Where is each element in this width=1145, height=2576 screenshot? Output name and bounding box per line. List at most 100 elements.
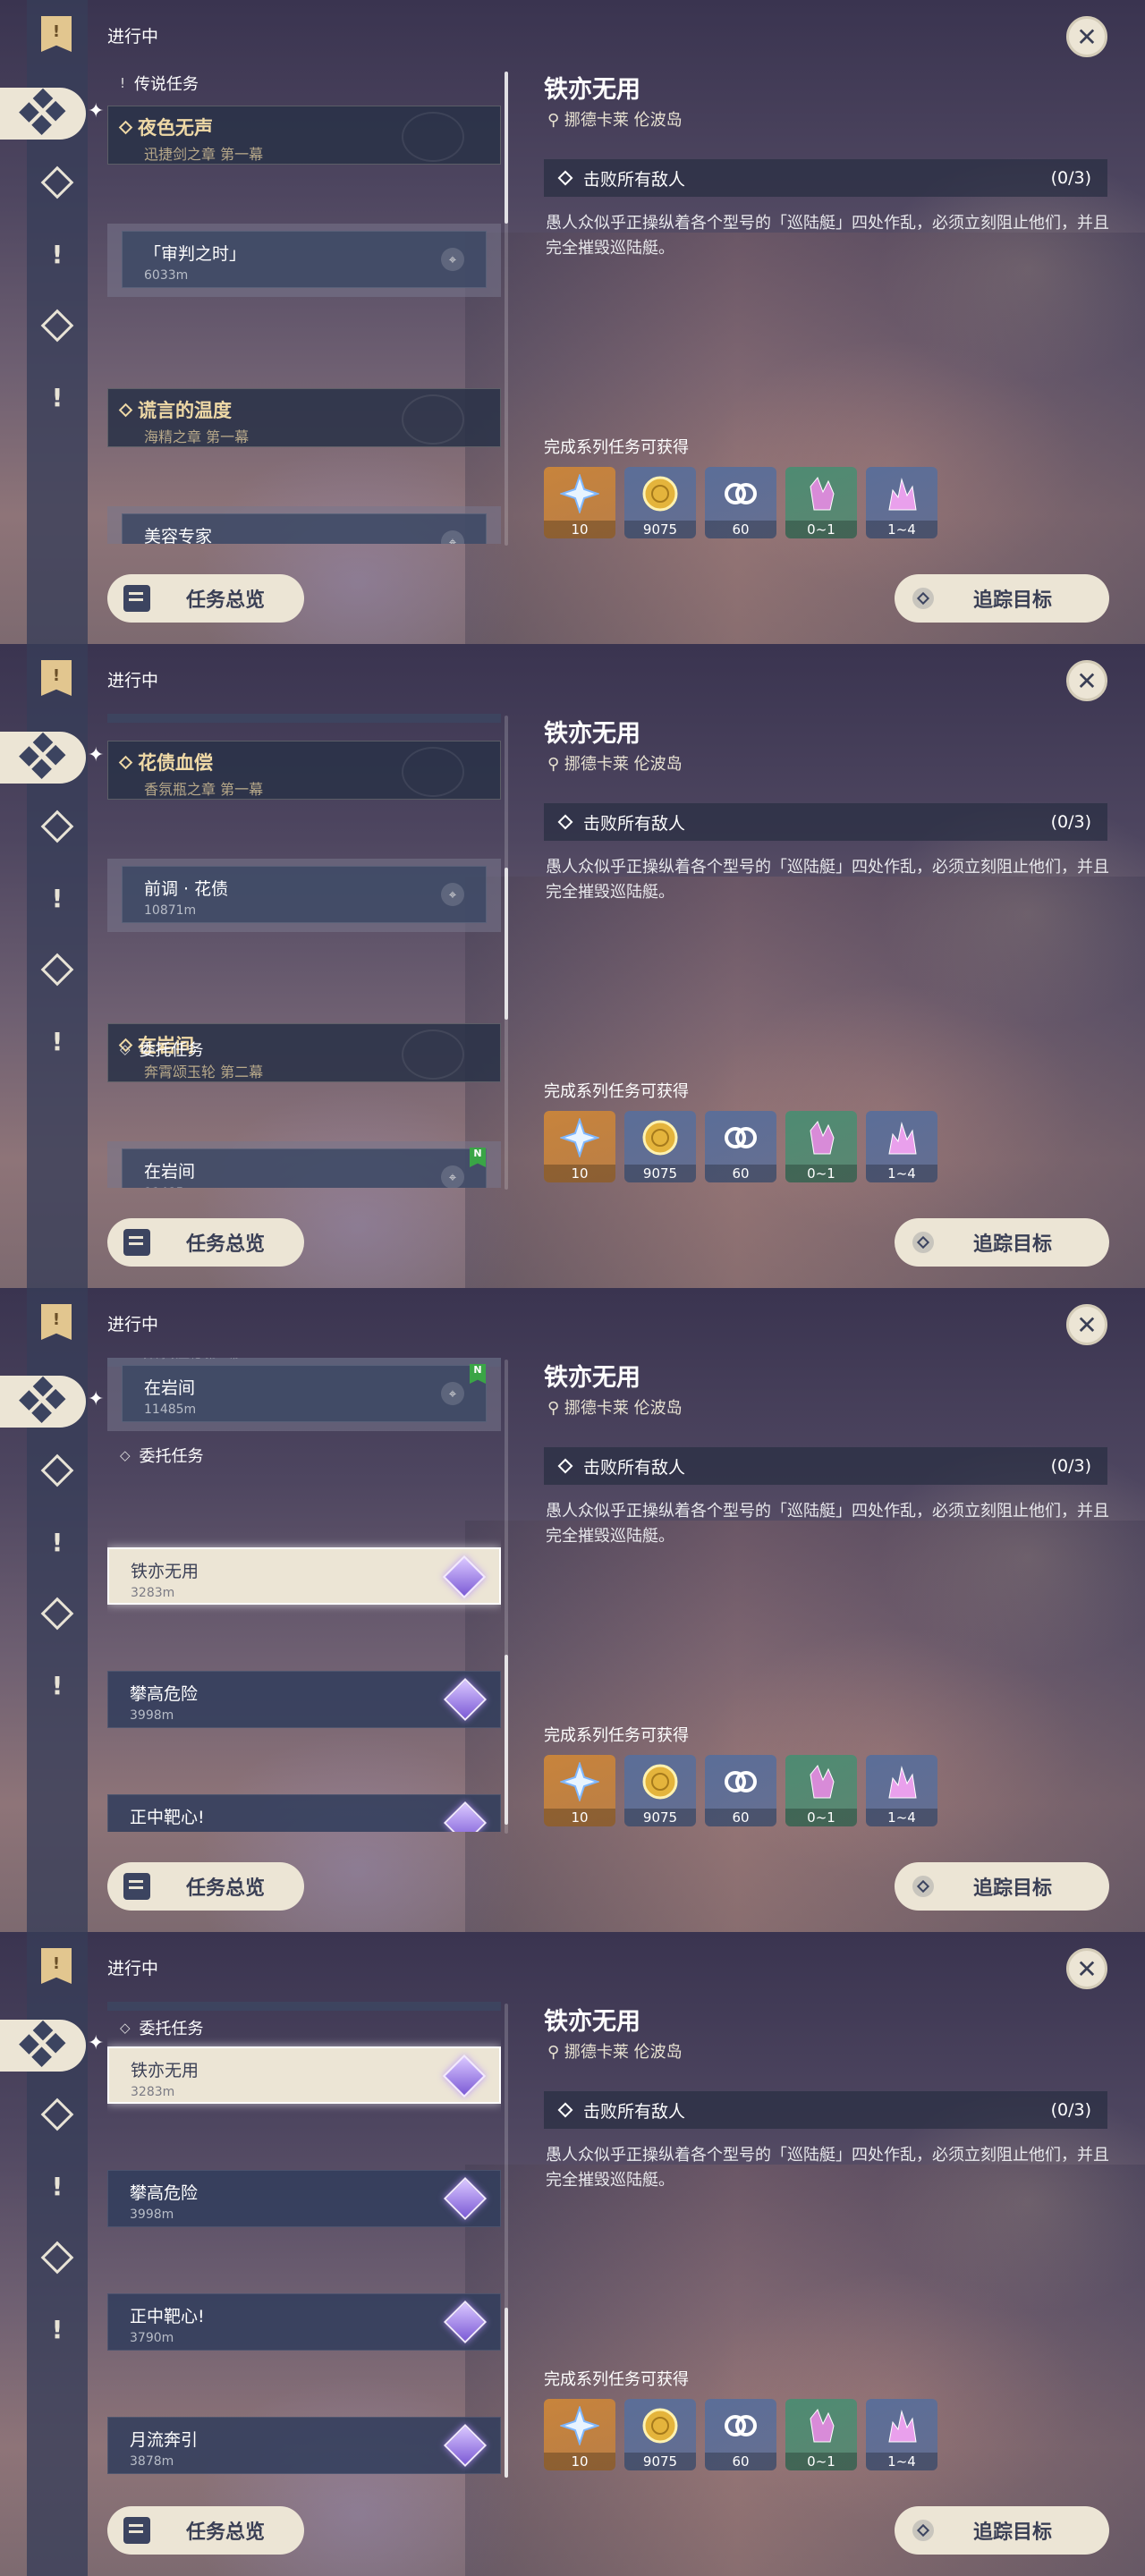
track-button[interactable]: 追踪目标 — [895, 2506, 1109, 2555]
quest-description: 愚人众似乎正操纵着各个型号的「巡陆艇」四处作乱，必须立刻阻止他们，并且完全摧毁巡… — [546, 214, 1109, 258]
quest-step[interactable]: N在岩间11485m⌖ — [107, 1141, 501, 1188]
close-button[interactable]: ✕ — [1066, 16, 1107, 57]
tab-story-quests[interactable]: ! — [27, 1517, 88, 1567]
chapter-title: 花债血偿 — [138, 752, 213, 774]
quest-step[interactable]: N在岩间11485m⌖ — [107, 1358, 501, 1431]
commission-title: 攀高危险 — [130, 2183, 199, 2203]
list-scrollbar[interactable] — [505, 72, 508, 546]
close-button[interactable]: ✕ — [1066, 1948, 1107, 1989]
commission-item[interactable]: 攀高危险 3998m — [107, 1671, 501, 1728]
exclaim-icon: ! — [120, 75, 126, 91]
tab-event-quests[interactable]: ! — [27, 372, 88, 422]
reward-count: 1~4 — [866, 1165, 937, 1182]
reward-item[interactable]: 10 — [544, 467, 615, 538]
quest-step[interactable]: 前调 · 花债 10871m ⌖ — [107, 859, 501, 932]
chapter-card[interactable]: 夜色无声 迅捷剑之章 第一幕 — [107, 106, 501, 165]
step-title: 在岩间 — [144, 1378, 196, 1398]
quest-title: 铁亦无用 — [544, 2008, 640, 2036]
exclaim-icon: ! — [51, 1670, 64, 1700]
location-pin-icon[interactable]: ⌖ — [441, 1382, 464, 1405]
commission-item[interactable]: 攀高危险 3998m — [107, 2170, 501, 2227]
scrollbar-thumb[interactable] — [505, 868, 508, 1020]
reward-item[interactable]: 0~1 — [785, 2399, 857, 2470]
tab-event-quests[interactable]: ! — [27, 1660, 88, 1710]
tab-archon-quests[interactable] — [27, 157, 88, 208]
reward-item[interactable]: 1~4 — [866, 1111, 937, 1182]
track-button[interactable]: 追踪目标 — [895, 1218, 1109, 1267]
tab-event-quests[interactable]: ! — [27, 2304, 88, 2354]
reward-item[interactable]: 60 — [705, 467, 776, 538]
location-pin-icon[interactable]: ⌖ — [441, 883, 464, 906]
commission-item[interactable]: ▶铁亦无用3283m — [107, 2046, 501, 2104]
quest-step[interactable]: 美容专家5993m⌖ — [107, 506, 501, 544]
quest-step[interactable]: 「审判之时」 6033m ⌖ — [107, 224, 501, 297]
reward-item[interactable]: 0~1 — [785, 467, 857, 538]
commission-item[interactable]: ▶铁亦无用3283m — [107, 1547, 501, 1605]
tab-archon-quests[interactable] — [27, 1445, 88, 1496]
location-pin-icon[interactable]: ⌖ — [441, 1165, 464, 1188]
quest-overview-button[interactable]: 任务总览 — [107, 2506, 304, 2555]
reward-item[interactable]: 1~4 — [866, 467, 937, 538]
commission-item[interactable]: 月流奔引 3878m — [107, 2417, 501, 2474]
reward-item[interactable]: 9075 — [624, 2399, 696, 2470]
tab-world-quests[interactable] — [27, 945, 88, 995]
quest-list[interactable]: ! 传说任务夜色无声 迅捷剑之章 第一幕「审判之时」 6033m ⌖ 谎言的温度 海精之章 … — [107, 70, 501, 544]
tab-story-quests[interactable]: ! — [27, 2161, 88, 2211]
reward-item[interactable]: 10 — [544, 2399, 615, 2470]
reward-item[interactable]: 0~1 — [785, 1755, 857, 1826]
tab-archon-quests[interactable] — [27, 801, 88, 852]
commission-item[interactable]: 正中靶心!3790m — [107, 1794, 501, 1832]
scrollbar-thumb[interactable] — [505, 72, 508, 224]
tab-world-quests[interactable] — [27, 301, 88, 351]
chapter-card[interactable]: 谎言的温度 海精之章 第一幕 — [107, 388, 501, 447]
reward-count: 1~4 — [866, 521, 937, 538]
list-scrollbar[interactable] — [505, 1360, 508, 1834]
tab-story-quests[interactable]: ! — [27, 229, 88, 279]
truncated-row: 11485m — [107, 2002, 501, 2011]
tab-archon-quests[interactable] — [27, 2089, 88, 2140]
quest-overview-button[interactable]: 任务总览 — [107, 1218, 304, 1267]
tab-all-quests[interactable] — [0, 88, 86, 140]
quest-list[interactable]: 11485m花债血偿香氛瓶之章 第一幕前调 · 花债10871m⌖在岩间奔霄颂玉… — [107, 714, 501, 1188]
tab-world-quests[interactable] — [27, 1589, 88, 1639]
commission-title: 正中靶心! — [130, 2307, 205, 2326]
reward-item[interactable]: 10 — [544, 1111, 615, 1182]
scrollbar-thumb[interactable] — [505, 1655, 508, 1825]
location-pin-icon[interactable]: ⌖ — [441, 248, 464, 271]
reward-item[interactable]: 1~4 — [866, 1755, 937, 1826]
scrollbar-thumb[interactable] — [505, 2308, 508, 2478]
reward-item[interactable]: 10 — [544, 1755, 615, 1826]
list-scrollbar[interactable] — [505, 716, 508, 1190]
reward-item[interactable]: 60 — [705, 2399, 776, 2470]
reward-item[interactable]: 0~1 — [785, 1111, 857, 1182]
close-button[interactable]: ✕ — [1066, 660, 1107, 701]
commission-item[interactable]: 正中靶心!3790m — [107, 2293, 501, 2351]
tab-all-quests[interactable] — [0, 2020, 86, 2072]
reward-item[interactable]: 1~4 — [866, 2399, 937, 2470]
quest-overview-button[interactable]: 任务总览 — [107, 1862, 304, 1911]
chapter-card[interactable]: 花债血偿 香氛瓶之章 第一幕 — [107, 741, 501, 800]
location-text: 挪德卡莱 伦波岛 — [564, 755, 683, 774]
reward-item[interactable]: 9075 — [624, 1111, 696, 1182]
tab-all-quests[interactable] — [0, 732, 86, 784]
exclaim-icon: ! — [51, 883, 64, 913]
tab-event-quests[interactable]: ! — [27, 1016, 88, 1066]
tab-world-quests[interactable] — [27, 2233, 88, 2283]
quest-overview-button[interactable]: 任务总览 — [107, 574, 304, 623]
quest-list[interactable]: 奔霄颂玉轮 第二幕N在岩间11485m⌖◇委托任务▶铁亦无用3283m攀高危险3… — [107, 1358, 501, 1832]
quest-diamond-icon — [118, 755, 133, 769]
close-button[interactable]: ✕ — [1066, 1304, 1107, 1345]
reward-item[interactable]: 9075 — [624, 467, 696, 538]
section-title: 传说任务 — [134, 75, 199, 94]
track-button[interactable]: 追踪目标 — [895, 1862, 1109, 1911]
rewards-list: 10 9075 60 0~1 1~4 — [544, 1755, 937, 1826]
list-scrollbar[interactable] — [505, 2004, 508, 2478]
reward-item[interactable]: 60 — [705, 1111, 776, 1182]
tab-all-quests[interactable] — [0, 1376, 86, 1428]
in-progress-header: 进行中 — [107, 27, 159, 47]
tab-story-quests[interactable]: ! — [27, 873, 88, 923]
track-button[interactable]: 追踪目标 — [895, 574, 1109, 623]
reward-item[interactable]: 9075 — [624, 1755, 696, 1826]
reward-item[interactable]: 60 — [705, 1755, 776, 1826]
quest-list[interactable]: 11485m ◇ 委托任务 ▶铁亦无用3283m 攀高危险 3998m 正中靶心! 3790m… — [107, 2002, 501, 2476]
